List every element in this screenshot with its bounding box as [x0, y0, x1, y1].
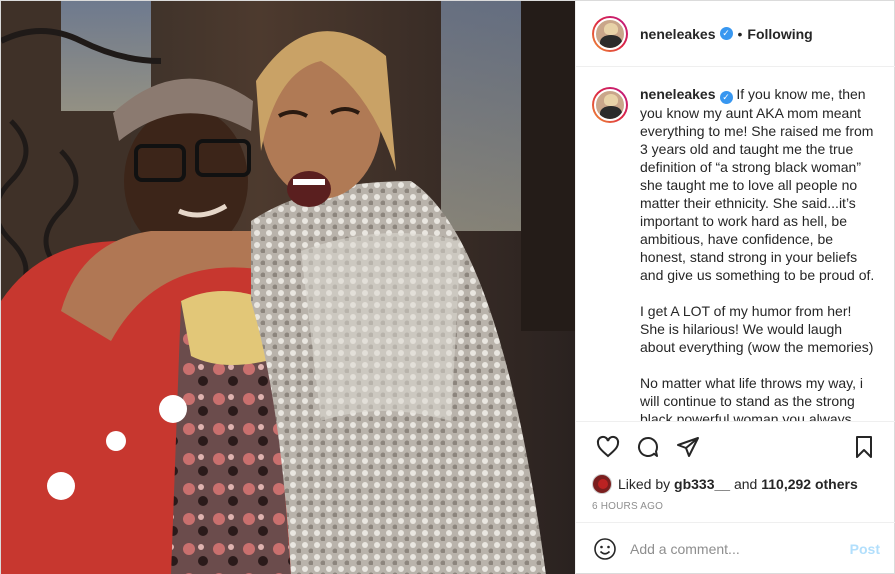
caption-username[interactable]: neneleakes [640, 86, 716, 102]
post-side-panel: neneleakes ✓ • Following neneleakes ✓ If … [575, 1, 895, 574]
share-icon[interactable] [668, 427, 708, 467]
caption-body: If you know me, then you know my aunt AK… [640, 86, 875, 421]
author-username[interactable]: neneleakes [640, 26, 716, 42]
comment-bar: Post [576, 522, 895, 574]
likes-summary: Liked by gb333__ and 110,292 others [576, 471, 895, 497]
caption-avatar[interactable] [592, 87, 628, 123]
caption-row: neneleakes ✓ If you know me, then you kno… [592, 85, 880, 421]
post-timestamp[interactable]: 6 HOURS AGO [576, 497, 895, 522]
following-button[interactable]: Following [747, 26, 812, 42]
caption-area[interactable]: neneleakes ✓ If you know me, then you kno… [576, 67, 895, 421]
instagram-post: neneleakes ✓ • Following neneleakes ✓ If … [0, 0, 895, 574]
likes-count[interactable]: 110,292 others [761, 476, 858, 492]
verified-badge-icon: ✓ [719, 91, 733, 104]
verified-badge-icon: ✓ [719, 27, 733, 40]
emoji-icon[interactable] [592, 536, 618, 562]
bookmark-icon[interactable] [844, 427, 884, 467]
comment-input[interactable] [630, 541, 850, 557]
comment-icon[interactable] [628, 427, 668, 467]
likes-and: and [733, 476, 758, 492]
post-photo[interactable] [1, 1, 575, 574]
liker-avatar[interactable] [592, 474, 612, 494]
likes-prefix: Liked by [618, 476, 671, 492]
caption-text: neneleakes ✓ If you know me, then you kno… [640, 85, 880, 421]
photo-illustration [1, 1, 575, 574]
post-actions [576, 421, 895, 471]
post-header: neneleakes ✓ • Following [576, 1, 895, 67]
header-separator: • [737, 25, 743, 42]
author-avatar[interactable] [592, 15, 628, 52]
heart-icon[interactable] [588, 427, 628, 467]
liker-username[interactable]: gb333__ [674, 476, 730, 492]
post-comment-button[interactable]: Post [850, 541, 880, 557]
